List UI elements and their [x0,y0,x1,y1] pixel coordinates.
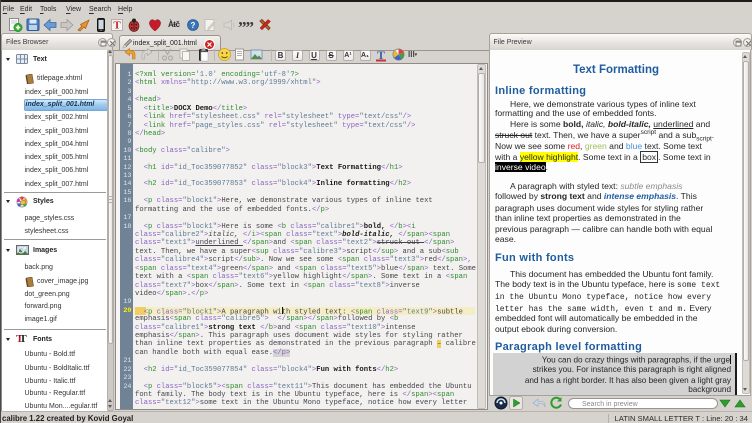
svg-text:?: ? [190,21,195,30]
svg-text:T: T [113,20,121,32]
